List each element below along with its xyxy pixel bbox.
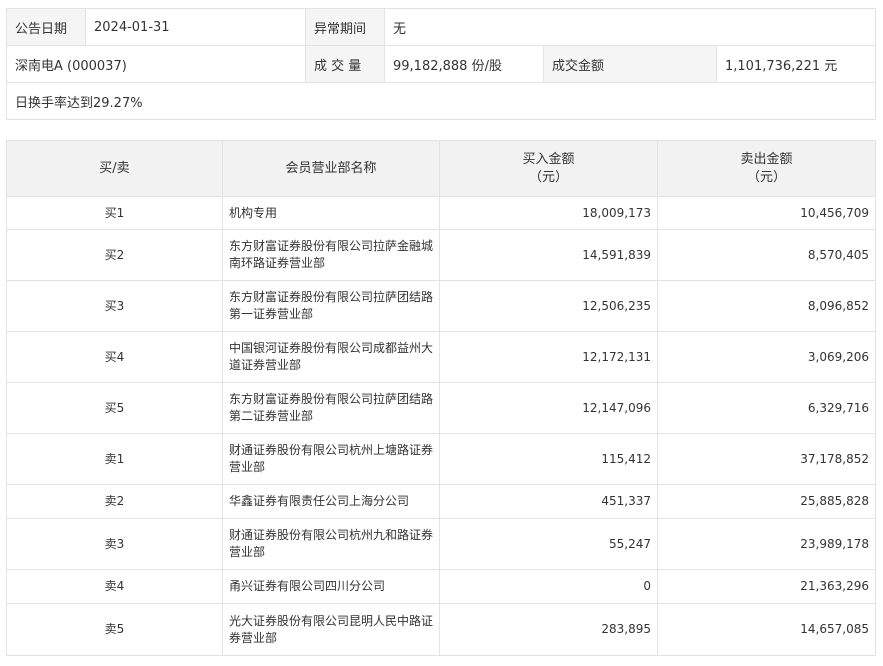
header-buy-line2: （元） bbox=[528, 169, 568, 185]
row-sell-amount: 8,096,852 bbox=[657, 280, 876, 332]
row-buy-amount: 283,895 bbox=[439, 603, 658, 656]
row-member-name: 东方财富证券股份有限公司拉萨团结路第一证券营业部 bbox=[222, 280, 440, 332]
row-side: 卖5 bbox=[6, 603, 223, 656]
volume-label: 成 交 量 bbox=[305, 45, 385, 83]
header-buy-line1: 买入金额 bbox=[522, 151, 575, 167]
row-member-name: 中国银河证券股份有限公司成都益州大道证券营业部 bbox=[222, 331, 440, 383]
row-sell-amount: 23,989,178 bbox=[657, 518, 876, 570]
row-member-name: 财通证券股份有限公司杭州九和路证券营业部 bbox=[222, 518, 440, 570]
row-member-name: 机构专用 bbox=[222, 196, 440, 230]
trading-detail-table: 买/卖 会员营业部名称 买入金额 （元） 卖出金额 （元） 买1 机构专用 18,0… bbox=[6, 140, 876, 656]
table-row: 卖2 华鑫证券有限责任公司上海分公司 451,337 25,885,828 bbox=[6, 484, 876, 519]
row-member-name: 甬兴证券有限公司四川分公司 bbox=[222, 569, 440, 604]
row-side: 买5 bbox=[6, 382, 223, 434]
row-member-name: 东方财富证券股份有限公司拉萨金融城南环路证券营业部 bbox=[222, 229, 440, 281]
row-side: 卖1 bbox=[6, 433, 223, 485]
row-sell-amount: 14,657,085 bbox=[657, 603, 876, 656]
row-member-name: 东方财富证券股份有限公司拉萨团结路第二证券营业部 bbox=[222, 382, 440, 434]
row-sell-amount: 6,329,716 bbox=[657, 382, 876, 434]
table-row: 卖5 光大证券股份有限公司昆明人民中路证券营业部 283,895 14,657,085 bbox=[6, 603, 876, 656]
row-buy-amount: 451,337 bbox=[439, 484, 658, 519]
date-value: 2024-01-31 bbox=[85, 8, 306, 46]
period-value: 无 bbox=[383, 8, 877, 46]
header-sell-amount: 卖出金额 （元） bbox=[657, 140, 876, 197]
table-row: 买4 中国银河证券股份有限公司成都益州大道证券营业部 12,172,131 3,069… bbox=[6, 331, 876, 383]
table-row: 买1 机构专用 18,009,173 10,456,709 bbox=[6, 196, 876, 230]
table-header-row: 买/卖 会员营业部名称 买入金额 （元） 卖出金额 （元） bbox=[6, 140, 876, 197]
header-sell-line1: 卖出金额 bbox=[740, 151, 793, 167]
row-side: 卖4 bbox=[6, 569, 223, 604]
row-buy-amount: 12,147,096 bbox=[439, 382, 658, 434]
row-buy-amount: 18,009,173 bbox=[439, 196, 658, 230]
volume-value: 99,182,888 份/股 bbox=[384, 45, 544, 83]
row-sell-amount: 37,178,852 bbox=[657, 433, 876, 485]
row-member-name: 光大证券股份有限公司昆明人民中路证券营业部 bbox=[222, 603, 440, 656]
row-sell-amount: 8,570,405 bbox=[657, 229, 876, 281]
amount-value: 1,101,736,221 元 bbox=[715, 45, 877, 83]
row-member-name: 华鑫证券有限责任公司上海分公司 bbox=[222, 484, 440, 519]
row-sell-amount: 3,069,206 bbox=[657, 331, 876, 383]
row-side: 买2 bbox=[6, 229, 223, 281]
stock-name: 深南电A (000037) bbox=[6, 45, 306, 83]
row-side: 买4 bbox=[6, 331, 223, 383]
row-buy-amount: 55,247 bbox=[439, 518, 658, 570]
row-buy-amount: 12,506,235 bbox=[439, 280, 658, 332]
turnover-note: 日换手率达到29.27% bbox=[5, 82, 877, 120]
table-row: 买5 东方财富证券股份有限公司拉萨团结路第二证券营业部 12,147,096 6,32… bbox=[6, 382, 876, 434]
row-side: 买1 bbox=[6, 196, 223, 230]
header-buy-amount: 买入金额 （元） bbox=[439, 140, 658, 197]
table-row: 卖4 甬兴证券有限公司四川分公司 0 21,363,296 bbox=[6, 569, 876, 604]
header-side: 买/卖 bbox=[6, 140, 223, 197]
announcement-info-table: 公告日期 2024-01-31 异常期间 无 深南电A (000037) 成 交… bbox=[5, 8, 877, 120]
row-buy-amount: 115,412 bbox=[439, 433, 658, 485]
table-row: 卖1 财通证券股份有限公司杭州上塘路证券营业部 115,412 37,178,852 bbox=[6, 433, 876, 485]
header-sell-line2: （元） bbox=[746, 169, 786, 185]
row-sell-amount: 21,363,296 bbox=[657, 569, 876, 604]
row-side: 买3 bbox=[6, 280, 223, 332]
period-label: 异常期间 bbox=[305, 8, 385, 46]
amount-label: 成交金额 bbox=[543, 45, 717, 83]
row-member-name: 财通证券股份有限公司杭州上塘路证券营业部 bbox=[222, 433, 440, 485]
row-sell-amount: 10,456,709 bbox=[657, 196, 876, 230]
header-name: 会员营业部名称 bbox=[222, 140, 440, 197]
row-side: 卖3 bbox=[6, 518, 223, 570]
row-sell-amount: 25,885,828 bbox=[657, 484, 876, 519]
row-side: 卖2 bbox=[6, 484, 223, 519]
table-row: 买3 东方财富证券股份有限公司拉萨团结路第一证券营业部 12,506,235 8,09… bbox=[6, 280, 876, 332]
table-row: 卖3 财通证券股份有限公司杭州九和路证券营业部 55,247 23,989,178 bbox=[6, 518, 876, 570]
table-row: 买2 东方财富证券股份有限公司拉萨金融城南环路证券营业部 14,591,839 8,5… bbox=[6, 229, 876, 281]
date-label: 公告日期 bbox=[6, 8, 86, 46]
row-buy-amount: 0 bbox=[439, 569, 658, 604]
row-buy-amount: 14,591,839 bbox=[439, 229, 658, 281]
row-buy-amount: 12,172,131 bbox=[439, 331, 658, 383]
